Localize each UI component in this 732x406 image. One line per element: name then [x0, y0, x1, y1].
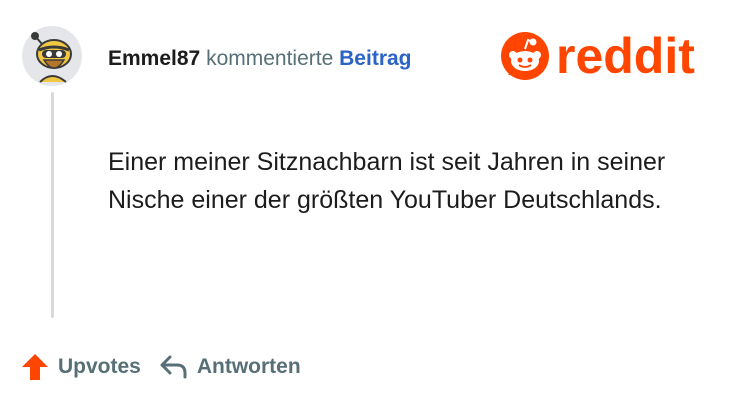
- user-avatar[interactable]: [22, 26, 82, 86]
- reply-arrow-icon: [159, 354, 189, 380]
- author-name[interactable]: Emmel87: [108, 47, 200, 70]
- upvote-button[interactable]: Upvotes: [20, 352, 141, 382]
- reddit-wordmark: reddit: [556, 28, 695, 84]
- comment-actions: Upvotes Antworten: [20, 352, 319, 382]
- comment-body: Einer meiner Sitznachbarn ist seit Jahre…: [108, 148, 666, 214]
- upvote-label: Upvotes: [58, 355, 141, 378]
- snoo-avatar-icon: [22, 26, 82, 86]
- reply-button[interactable]: Antworten: [159, 354, 301, 380]
- reply-label: Antworten: [196, 355, 301, 378]
- comment-header: Emmel87 kommentierte Beitrag: [108, 45, 412, 73]
- thread-line: [51, 92, 54, 318]
- reddit-snoo-icon: [501, 32, 549, 80]
- reddit-logo: reddit: [500, 28, 695, 84]
- upvote-arrow-icon: [20, 352, 50, 382]
- action-text: kommentierte: [206, 47, 334, 70]
- post-link[interactable]: Beitrag: [339, 47, 411, 70]
